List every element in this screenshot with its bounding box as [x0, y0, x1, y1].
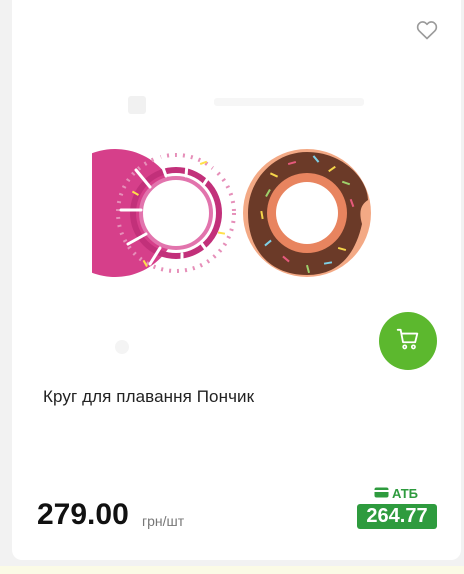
shopping-cart-icon: [395, 326, 421, 356]
add-to-cart-button[interactable]: [379, 312, 437, 370]
next-card-edge: [0, 566, 464, 574]
product-card[interactable]: Круг для плавання Пончик 279.00 грн/шт А…: [12, 0, 461, 560]
pink-donut-image: [51, 149, 236, 277]
product-image[interactable]: [51, 92, 392, 362]
product-title[interactable]: Круг для плавання Пончик: [43, 387, 254, 407]
regular-price: 279.00: [37, 498, 129, 531]
favorite-heart-icon[interactable]: [415, 18, 439, 42]
promo-label-text: АТБ: [392, 486, 419, 501]
card-icon: [374, 486, 389, 501]
chocolate-donut-image: [243, 149, 371, 277]
price-unit: грн/шт: [142, 513, 185, 529]
promo-label: АТБ: [374, 486, 418, 501]
promo-price-badge: 264.77: [357, 504, 437, 529]
